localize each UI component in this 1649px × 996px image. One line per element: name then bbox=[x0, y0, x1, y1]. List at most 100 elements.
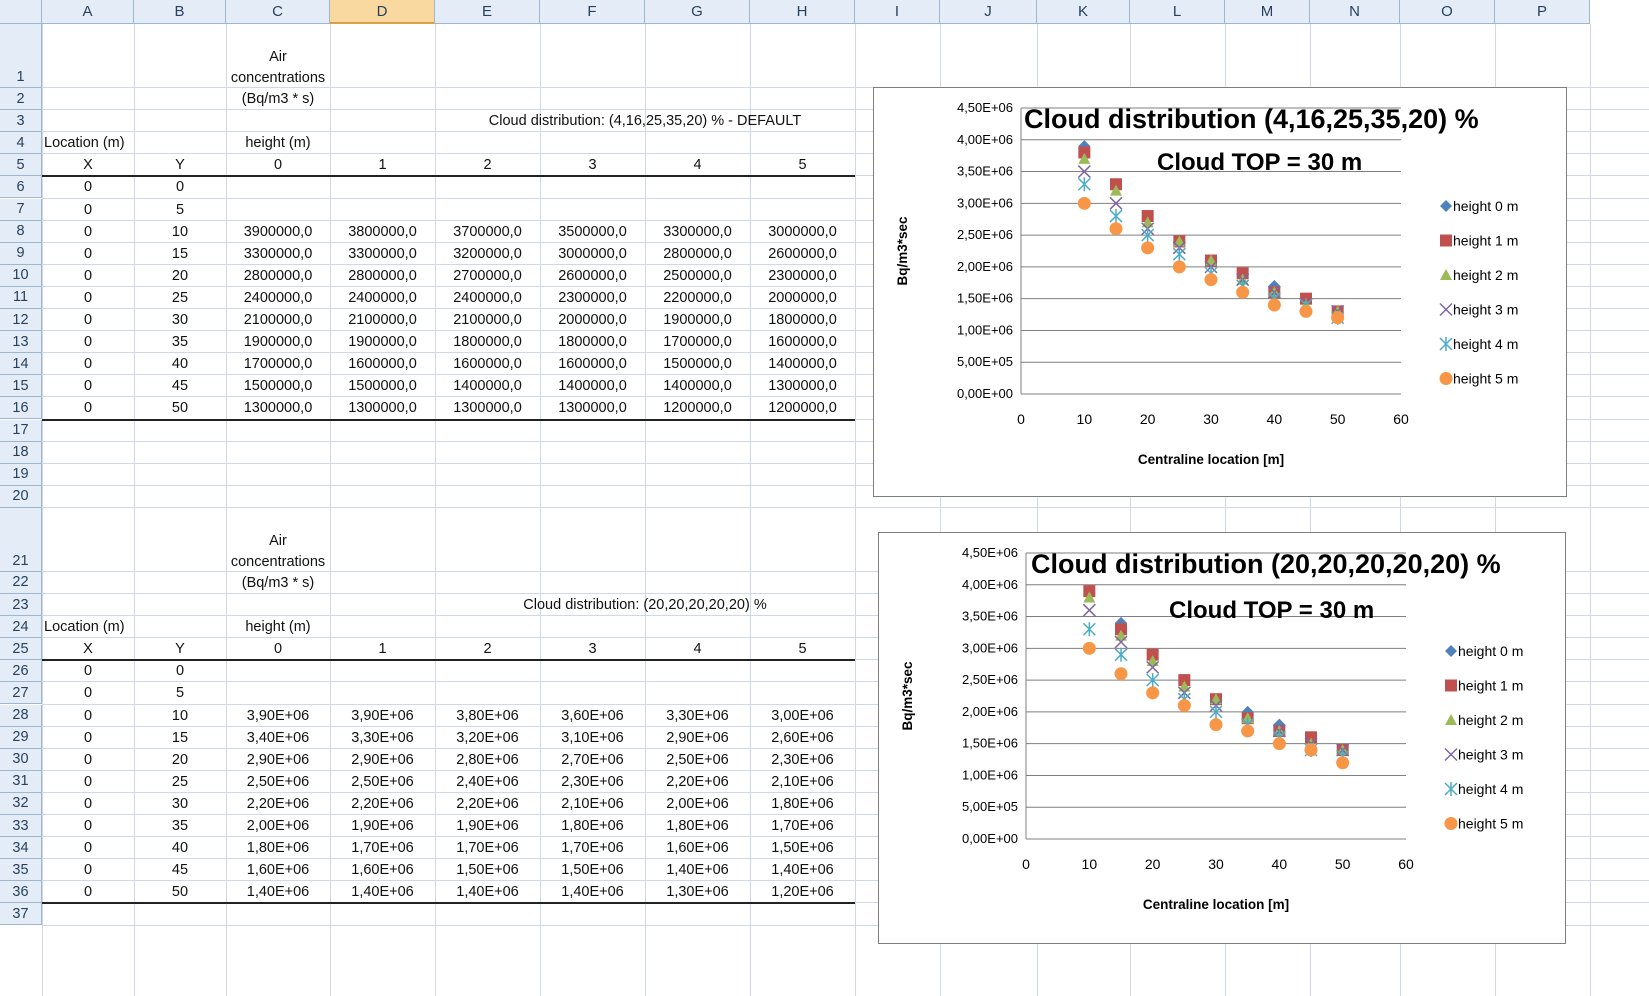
spreadsheet[interactable]: A B C D E F G H I J K L M N O P 1 2 3 4 5 6 7 8 9 10 11 12 13 14 15 16 1… bbox=[0, 0, 1649, 996]
row-header-5[interactable]: 5 bbox=[0, 154, 42, 177]
table1-cell-value[interactable]: 1400000,0 bbox=[645, 375, 750, 397]
table2-height-label[interactable]: height (m) bbox=[226, 616, 330, 638]
table2-height-5[interactable]: 5 bbox=[750, 638, 855, 660]
table1-cell-value[interactable]: 3000000,0 bbox=[750, 221, 855, 243]
table2-cell-y[interactable]: 50 bbox=[134, 881, 226, 903]
table1-cell-y[interactable]: 40 bbox=[134, 353, 226, 375]
table1-cell-value[interactable]: 3300000,0 bbox=[330, 243, 435, 265]
table1-cell-value[interactable]: 2100000,0 bbox=[330, 309, 435, 331]
row-header-36[interactable]: 36 bbox=[0, 881, 42, 904]
table1-cell-value[interactable]: 2400000,0 bbox=[435, 287, 540, 309]
table1-cell-value[interactable]: 1500000,0 bbox=[226, 375, 330, 397]
table1-cell-y[interactable]: 35 bbox=[134, 331, 226, 353]
row-header-28[interactable]: 28 bbox=[0, 704, 42, 727]
row-header-10[interactable]: 10 bbox=[0, 264, 42, 287]
table2-cell-value[interactable]: 2,00E+06 bbox=[226, 815, 330, 837]
table1-height-5[interactable]: 5 bbox=[750, 154, 855, 176]
table2-cell-value[interactable]: 1,40E+06 bbox=[226, 881, 330, 903]
table1-cell-value[interactable]: 2300000,0 bbox=[750, 265, 855, 287]
table1-cell-value[interactable]: 3200000,0 bbox=[435, 243, 540, 265]
row-header-8[interactable]: 8 bbox=[0, 220, 42, 243]
row-header-12[interactable]: 12 bbox=[0, 309, 42, 332]
table2-cell-value[interactable]: 2,20E+06 bbox=[645, 771, 750, 793]
row-header-37[interactable]: 37 bbox=[0, 903, 42, 926]
table2-cell-value[interactable]: 3,00E+06 bbox=[750, 705, 855, 727]
table2-cell-y[interactable]: 40 bbox=[134, 837, 226, 859]
table1-cell-value[interactable]: 1900000,0 bbox=[645, 309, 750, 331]
table2-cell-value[interactable]: 1,80E+06 bbox=[226, 837, 330, 859]
table2-cell-value[interactable]: 2,90E+06 bbox=[645, 727, 750, 749]
column-header-K[interactable]: K bbox=[1037, 0, 1130, 24]
table2-cell-value[interactable]: 1,40E+06 bbox=[540, 881, 645, 903]
column-header-B[interactable]: B bbox=[134, 0, 226, 24]
table1-cell-x[interactable]: 0 bbox=[42, 309, 134, 331]
table2-height-4[interactable]: 4 bbox=[645, 638, 750, 660]
table2-cell-value[interactable]: 1,70E+06 bbox=[435, 837, 540, 859]
row-header-16[interactable]: 16 bbox=[0, 397, 42, 420]
table1-cell-y[interactable]: 30 bbox=[134, 309, 226, 331]
table2-cell-x[interactable]: 0 bbox=[42, 749, 134, 771]
row-header-34[interactable]: 34 bbox=[0, 837, 42, 860]
table1-cell-value[interactable]: 3000000,0 bbox=[540, 243, 645, 265]
table1-cell-x[interactable]: 0 bbox=[42, 221, 134, 243]
table1-cell-value[interactable]: 1600000,0 bbox=[750, 331, 855, 353]
row-header-2[interactable]: 2 bbox=[0, 88, 42, 111]
table1-cell-value[interactable]: 1300000,0 bbox=[540, 397, 645, 419]
table1-cell-value[interactable]: 2800000,0 bbox=[330, 265, 435, 287]
table1-cell-value[interactable]: 1800000,0 bbox=[540, 331, 645, 353]
table1-cell-value[interactable]: 2100000,0 bbox=[435, 309, 540, 331]
table2-cell-y[interactable]: 15 bbox=[134, 727, 226, 749]
table1-cell-value[interactable]: 2000000,0 bbox=[750, 287, 855, 309]
table2-cell-value[interactable]: 3,90E+06 bbox=[226, 705, 330, 727]
row-header-29[interactable]: 29 bbox=[0, 726, 42, 749]
column-header-F[interactable]: F bbox=[540, 0, 645, 24]
column-header-M[interactable]: M bbox=[1225, 0, 1310, 24]
table2-cell-value[interactable]: 1,40E+06 bbox=[330, 881, 435, 903]
table2-header-label[interactable]: Air concentrations (Bq/m3 * s) bbox=[226, 508, 330, 594]
row-header-1[interactable]: 1 bbox=[0, 24, 42, 88]
column-header-J[interactable]: J bbox=[940, 0, 1037, 24]
table1-cell-value[interactable]: 3900000,0 bbox=[226, 221, 330, 243]
table2-cell-value[interactable]: 1,50E+06 bbox=[435, 859, 540, 881]
table2-cell-x[interactable]: 0 bbox=[42, 793, 134, 815]
table2-cell-value[interactable]: 1,80E+06 bbox=[645, 815, 750, 837]
table1-y-label[interactable]: Y bbox=[134, 154, 226, 176]
table2-location-label[interactable]: Location (m) bbox=[42, 616, 134, 638]
table1-cell-value[interactable]: 1500000,0 bbox=[645, 353, 750, 375]
row-header-9[interactable]: 9 bbox=[0, 242, 42, 265]
table2-cell-value[interactable]: 1,30E+06 bbox=[645, 881, 750, 903]
table1-cell-value[interactable]: 1900000,0 bbox=[226, 331, 330, 353]
table1-cell-value[interactable]: 1600000,0 bbox=[435, 353, 540, 375]
row-header-22[interactable]: 22 bbox=[0, 571, 42, 594]
table2-cell-value[interactable]: 3,10E+06 bbox=[540, 727, 645, 749]
table2-height-3[interactable]: 3 bbox=[540, 638, 645, 660]
table1-cell-value[interactable]: 1600000,0 bbox=[540, 353, 645, 375]
table1-title[interactable]: Cloud distribution: (4,16,25,35,20) % - … bbox=[435, 110, 855, 132]
column-header-P[interactable]: P bbox=[1495, 0, 1590, 24]
table1-cell-value[interactable]: 2700000,0 bbox=[435, 265, 540, 287]
table1-header-label[interactable]: Air concentrations (Bq/m3 * s) bbox=[226, 24, 330, 110]
table1-cell-value[interactable]: 1300000,0 bbox=[750, 375, 855, 397]
table2-cell-value[interactable]: 3,60E+06 bbox=[540, 705, 645, 727]
table2-cell-value[interactable]: 2,30E+06 bbox=[750, 749, 855, 771]
table1-cell-value[interactable]: 2800000,0 bbox=[226, 265, 330, 287]
column-header-C[interactable]: C bbox=[226, 0, 330, 24]
table1-cell-value[interactable]: 2600000,0 bbox=[540, 265, 645, 287]
table2-cell-y[interactable]: 25 bbox=[134, 771, 226, 793]
table2-cell-value[interactable]: 2,80E+06 bbox=[435, 749, 540, 771]
table1-cell-value[interactable]: 2800000,0 bbox=[645, 243, 750, 265]
row-header-6[interactable]: 6 bbox=[0, 176, 42, 199]
table1-cell-value[interactable]: 1200000,0 bbox=[750, 397, 855, 419]
row-header-27[interactable]: 27 bbox=[0, 682, 42, 705]
table2-cell-value[interactable]: 1,90E+06 bbox=[330, 815, 435, 837]
table1-cell-value[interactable]: 1300000,0 bbox=[330, 397, 435, 419]
table2-cell-value[interactable]: 3,30E+06 bbox=[645, 705, 750, 727]
row-header-13[interactable]: 13 bbox=[0, 331, 42, 354]
table2-cell-y[interactable]: 10 bbox=[134, 705, 226, 727]
table2-height-2[interactable]: 2 bbox=[435, 638, 540, 660]
table1-cell-x[interactable]: 0 bbox=[42, 375, 134, 397]
table1-cell-value[interactable]: 2000000,0 bbox=[540, 309, 645, 331]
table2-cell-value[interactable]: 1,50E+06 bbox=[750, 837, 855, 859]
row-header-20[interactable]: 20 bbox=[0, 485, 42, 508]
row-header-14[interactable]: 14 bbox=[0, 353, 42, 376]
